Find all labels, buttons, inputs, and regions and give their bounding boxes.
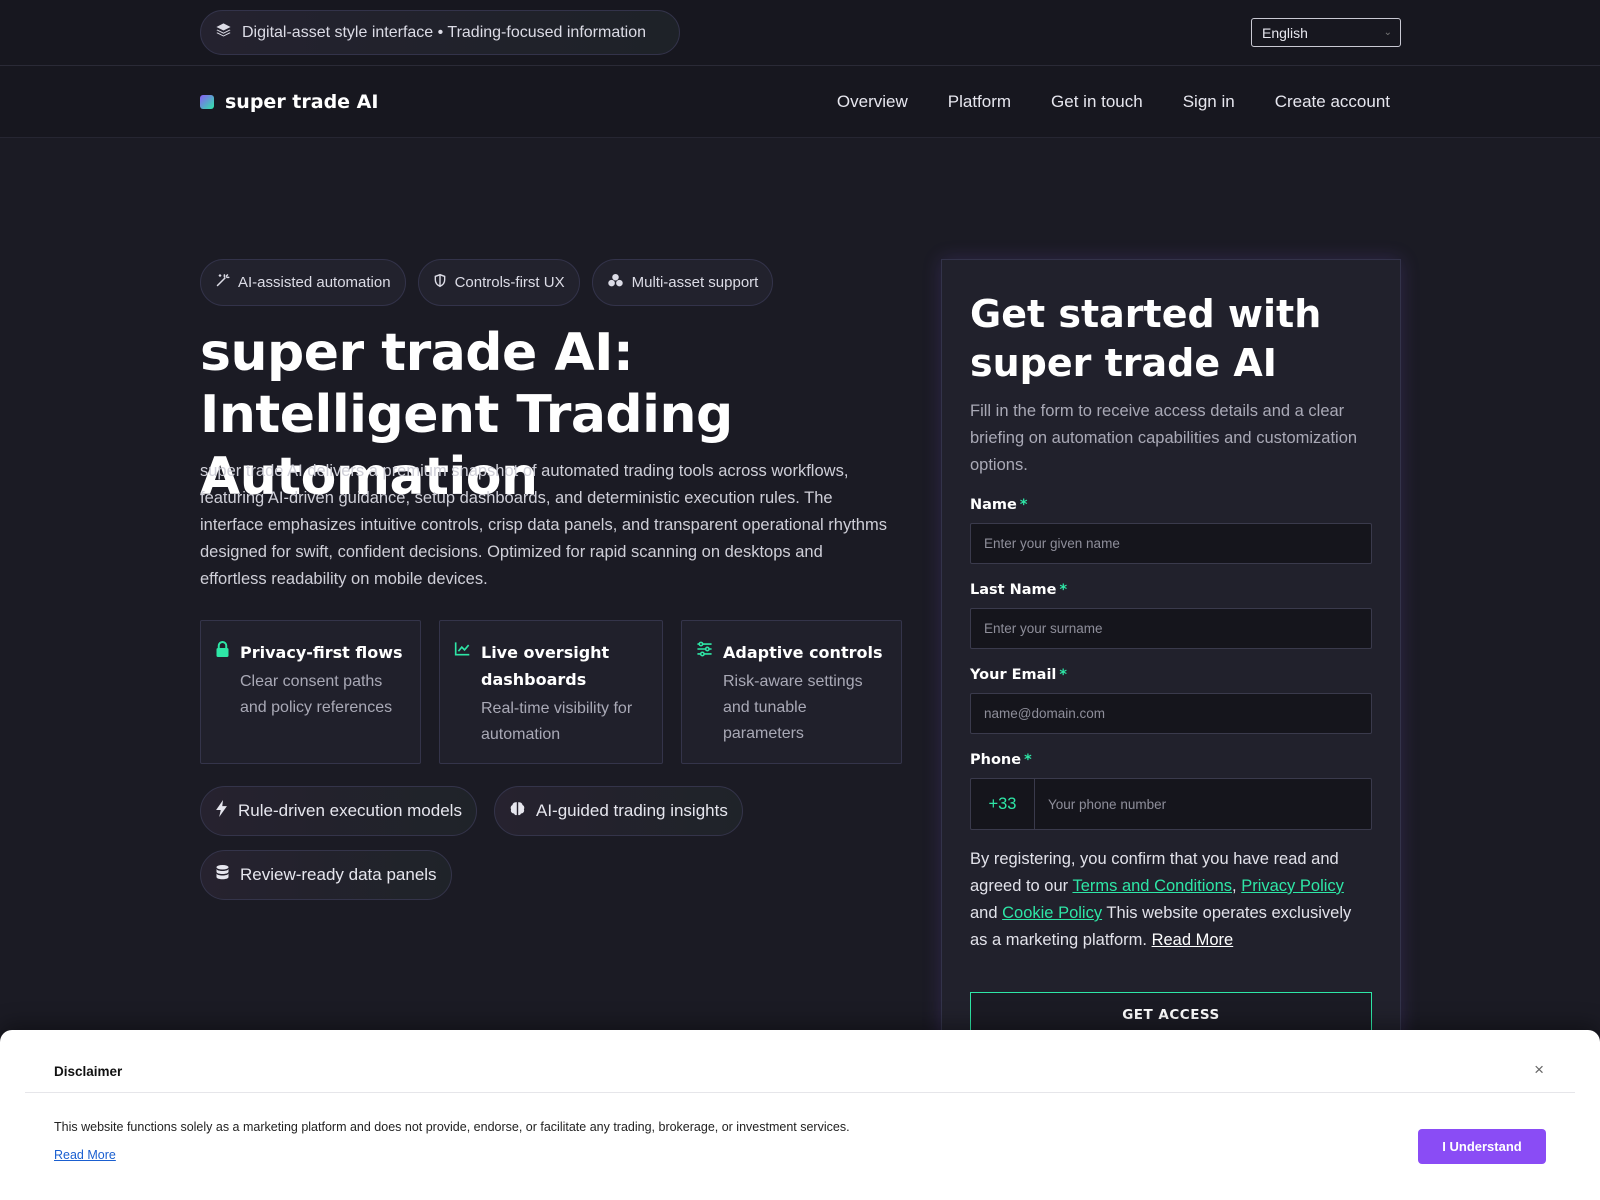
feature-card-dashboards: Live oversight dashboards Real-time visi… [439, 620, 663, 764]
hero-chips: AI-assisted automation Controls-first UX… [200, 259, 774, 306]
privacy-link[interactable]: Privacy Policy [1241, 877, 1344, 895]
feature-title: Adaptive controls [723, 643, 883, 662]
chip-label: Controls-first UX [454, 274, 565, 291]
required-mark: * [1059, 582, 1068, 598]
disclaimer-read-more-link[interactable]: Read More [54, 1148, 116, 1162]
top-info-bar: Digital-asset style interface • Trading-… [0, 0, 1600, 66]
phone-field: +33 Your phone number [970, 778, 1372, 830]
notice-pill: Digital-asset style interface • Trading-… [200, 10, 680, 55]
feature-card-privacy: Privacy-first flows Clear consent paths … [200, 620, 421, 764]
email-label: Your Email * [970, 667, 1372, 683]
disclaimer-text: This website functions solely as a marke… [54, 1120, 850, 1134]
brain-icon [509, 800, 526, 822]
phone-placeholder: Your phone number [1048, 796, 1167, 812]
disclaimer-divider [25, 1092, 1575, 1093]
language-value: English [1262, 24, 1308, 41]
feature-title: Privacy-first flows [240, 643, 403, 662]
shield-icon [433, 273, 447, 292]
sliders-icon [696, 639, 713, 763]
chip-ai-automation: AI-assisted automation [200, 259, 406, 306]
chip-multi-asset: Multi-asset support [591, 259, 774, 306]
phone-label: Phone * [970, 752, 1372, 768]
main-navbar: super trade AI Overview Platform Get in … [0, 66, 1600, 138]
phone-country-code[interactable]: +33 [971, 779, 1035, 829]
lastname-label-text: Last Name [970, 582, 1057, 598]
form-subtitle: Fill in the form to receive access detai… [970, 402, 1358, 474]
name-placeholder: Enter your given name [984, 536, 1120, 551]
i-understand-button[interactable]: I Understand [1418, 1129, 1546, 1164]
hero-description: super trade AI delivers a premium snapsh… [200, 462, 887, 588]
form-title: Get started with super trade AI [970, 292, 1322, 385]
nav-links: Overview Platform Get in touch Sign in C… [837, 66, 1390, 138]
lastname-label: Last Name * [970, 582, 1372, 598]
feature-cards: Privacy-first flows Clear consent paths … [200, 620, 902, 764]
nav-link-create-account[interactable]: Create account [1275, 92, 1390, 112]
tag-data-panels: Review-ready data panels [200, 850, 452, 900]
required-mark: * [1024, 752, 1032, 768]
feature-desc: Clear consent paths and policy reference… [240, 673, 393, 716]
signup-form-card: Get started with super trade AI Fill in … [941, 259, 1401, 1059]
nav-link-platform[interactable]: Platform [948, 92, 1011, 112]
name-label-text: Name [970, 497, 1017, 513]
required-mark: * [1019, 497, 1028, 513]
nav-link-overview[interactable]: Overview [837, 92, 908, 112]
phone-label-text: Phone [970, 752, 1022, 768]
chip-label: AI-assisted automation [238, 274, 391, 291]
tag-label: Rule-driven execution models [238, 801, 462, 820]
layers-icon [215, 22, 232, 44]
chip-label: Multi-asset support [631, 274, 759, 291]
read-more-link[interactable]: Read More [1152, 931, 1234, 949]
brand-mark-icon [200, 95, 214, 109]
required-mark: * [1059, 667, 1067, 683]
bolt-icon [215, 800, 228, 822]
language-select[interactable]: English ⌄ [1251, 18, 1401, 47]
cookie-link[interactable]: Cookie Policy [1002, 904, 1102, 922]
database-icon [215, 864, 230, 886]
tag-label: Review-ready data panels [240, 865, 437, 884]
brand-logo[interactable]: super trade AI [200, 66, 378, 138]
nav-link-sign-in[interactable]: Sign in [1183, 92, 1235, 112]
lock-icon [215, 639, 230, 763]
terms-link[interactable]: Terms and Conditions [1072, 877, 1232, 895]
tag-ai-insights: AI-guided trading insights [494, 786, 743, 836]
feature-desc: Real-time visibility for automation [481, 700, 633, 743]
brand-name: super trade AI [225, 91, 379, 113]
phone-input[interactable]: Your phone number [1035, 779, 1166, 829]
chevron-down-icon: ⌄ [1383, 27, 1392, 38]
feature-card-adaptive: Adaptive controls Risk-aware settings an… [681, 620, 902, 764]
nav-link-get-in-touch[interactable]: Get in touch [1051, 92, 1143, 112]
email-label-text: Your Email [970, 667, 1057, 683]
lastname-input[interactable]: Enter your surname [970, 608, 1372, 649]
line-chart-icon [454, 639, 471, 763]
consent-comma: , [1232, 877, 1237, 895]
name-input[interactable]: Enter your given name [970, 523, 1372, 564]
feature-title: Live oversight dashboards [481, 643, 610, 689]
disclaimer-title: Disclaimer [54, 1064, 123, 1079]
feature-desc: Risk-aware settings and tunable paramete… [723, 673, 863, 742]
close-icon[interactable]: × [1534, 1060, 1544, 1080]
tag-label: AI-guided trading insights [536, 801, 728, 820]
email-placeholder: name@domain.com [984, 706, 1106, 721]
coins-icon [607, 273, 624, 292]
name-label: Name * [970, 497, 1372, 513]
notice-text: Digital-asset style interface • Trading-… [242, 23, 647, 41]
tag-rule-driven: Rule-driven execution models [200, 786, 477, 836]
disclaimer-banner: Disclaimer × This website functions sole… [0, 1030, 1600, 1200]
magic-wand-icon [215, 273, 230, 292]
consent-and: and [970, 904, 998, 922]
email-input[interactable]: name@domain.com [970, 693, 1372, 734]
lastname-placeholder: Enter your surname [984, 621, 1103, 636]
consent-text: By registering, you confirm that you hav… [970, 846, 1372, 954]
chip-controls-first: Controls-first UX [417, 259, 580, 306]
